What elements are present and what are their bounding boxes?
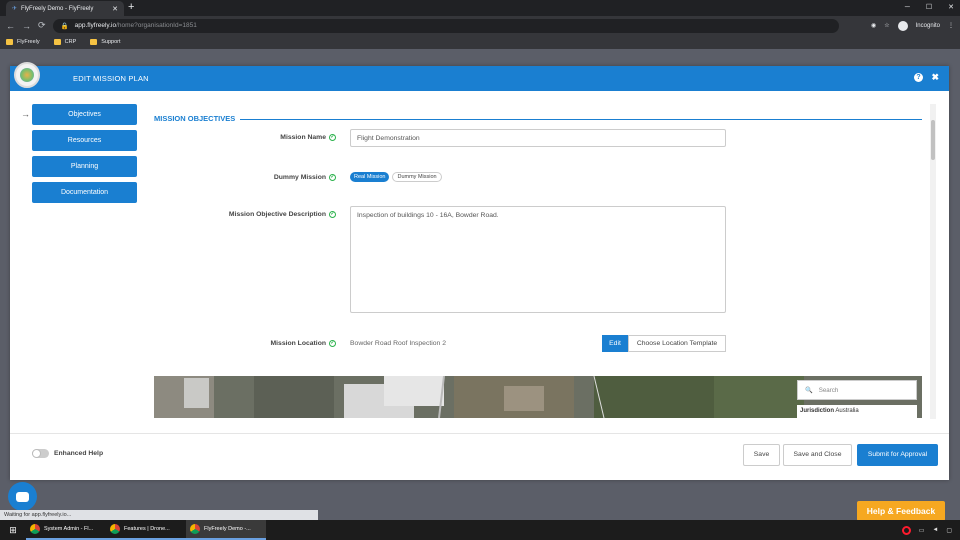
edit-location-button[interactable]: Edit (602, 335, 628, 352)
mission-name-label: Mission Name ✓ (36, 134, 336, 141)
nav-documentation-button[interactable]: Documentation (32, 182, 137, 203)
browser-tab-strip: ✈ FlyFreely Demo - FlyFreely ✕ + ─ ☐ ✕ (0, 0, 960, 16)
choose-location-template-button[interactable]: Choose Location Template (628, 335, 726, 352)
description-textarea[interactable]: Inspection of buildings 10 - 16A, Bowder… (350, 206, 726, 313)
dummy-mission-label: Dummy Mission ✓ (36, 174, 336, 181)
chat-launcher-icon[interactable] (8, 482, 37, 511)
modal-close-icon[interactable]: ✖ (931, 72, 939, 83)
active-arrow-icon: → (21, 109, 30, 119)
forward-icon[interactable]: → (22, 21, 31, 31)
windows-taskbar: ⊞ System Admin - Fl... Features | Drone.… (0, 520, 960, 540)
footer-divider (10, 433, 949, 434)
dummy-mission-toggle-group: Real Mission Dummy Mission (350, 172, 442, 182)
bookmark-label: FlyFreely (17, 39, 40, 45)
tab-title: FlyFreely Demo - FlyFreely (21, 5, 94, 12)
browser-tab[interactable]: ✈ FlyFreely Demo - FlyFreely ✕ (6, 1, 124, 16)
dummy-mission-option[interactable]: Dummy Mission (392, 172, 442, 182)
incognito-avatar-icon[interactable] (897, 20, 908, 31)
eye-off-icon[interactable]: ◉ (871, 22, 876, 29)
toggle-knob (32, 449, 41, 458)
url-host: app.flyfreely.io (74, 22, 117, 29)
scrollbar-thumb[interactable] (931, 120, 935, 160)
volume-icon[interactable]: ◄ (932, 527, 938, 533)
modal-header: EDIT MISSION PLAN ? ✖ (10, 62, 949, 91)
system-tray: ▭ ◄ ▢ (901, 525, 960, 535)
real-mission-option[interactable]: Real Mission (350, 172, 390, 182)
minimize-icon[interactable]: ─ (905, 0, 910, 15)
chrome-icon (110, 524, 120, 534)
save-button[interactable]: Save (743, 444, 780, 466)
description-label: Mission Objective Description ✓ (36, 211, 336, 218)
edit-mission-plan-modal: EDIT MISSION PLAN ? ✖ → Objectives Resou… (10, 62, 949, 480)
check-circle-icon: ✓ (329, 211, 336, 218)
flyfreely-favicon-icon: ✈ (12, 6, 18, 12)
browser-status-bar: Waiting for app.flyfreely.io... (0, 510, 318, 520)
map-search-input[interactable]: 🔍 Search (797, 380, 917, 400)
bookmark-crp[interactable]: CRP (53, 39, 77, 45)
window-controls: ─ ☐ ✕ (905, 0, 954, 15)
bookmarks-bar: FlyFreely CRP Support (0, 35, 960, 49)
windows-start-icon[interactable]: ⊞ (0, 525, 26, 536)
section-title: MISSION OBJECTIVES (154, 114, 236, 123)
check-circle-icon: ✓ (329, 174, 336, 181)
tab-close-icon[interactable]: ✕ (112, 5, 118, 13)
help-icon[interactable]: ? (914, 73, 923, 82)
lock-icon: 🔒 (60, 22, 69, 30)
folder-icon (90, 39, 98, 45)
folder-icon (53, 39, 61, 45)
help-feedback-button[interactable]: Help & Feedback (857, 501, 945, 521)
address-bar-actions: ◉ ☆ Incognito ⋮ (871, 20, 954, 31)
url-path: /home?organisationId=1851 (116, 22, 197, 29)
reload-icon[interactable]: ⟳ (38, 20, 46, 31)
menu-icon[interactable]: ⋮ (948, 22, 954, 29)
opera-icon[interactable] (901, 525, 911, 535)
new-tab-button[interactable]: + (128, 1, 134, 14)
chrome-icon (190, 524, 200, 534)
modal-title: EDIT MISSION PLAN (73, 74, 149, 83)
label-text: Mission Objective Description (228, 211, 326, 218)
label-text: Dummy Mission (273, 174, 326, 181)
url-input[interactable]: 🔒 app.flyfreely.io/home?organisationId=1… (52, 18, 839, 33)
address-bar-row: ← → ⟳ 🔒 app.flyfreely.io/home?organisati… (0, 16, 960, 35)
section-divider (240, 119, 922, 120)
taskbar-item[interactable]: Features | Drone... (106, 520, 186, 540)
jurisdiction-info: Jurisdiction Australia (797, 405, 917, 418)
star-icon[interactable]: ☆ (884, 22, 889, 29)
mission-location-label: Mission Location ✓ (36, 340, 336, 347)
network-icon[interactable]: ▭ (919, 527, 925, 534)
chrome-icon (30, 524, 40, 534)
maximize-icon[interactable]: ☐ (926, 0, 932, 15)
submit-for-approval-button[interactable]: Submit for Approval (857, 444, 938, 466)
taskbar-item[interactable]: System Admin - Fl... (26, 520, 106, 540)
notification-icon[interactable]: ▢ (946, 527, 952, 534)
label-text: Mission Location (270, 340, 326, 347)
profile-label: Incognito (915, 22, 940, 29)
location-value: Bowder Road Roof Inspection 2 (350, 340, 446, 347)
jurisdiction-value: Australia (835, 408, 859, 414)
mission-name-input[interactable]: Flight Demonstration (350, 129, 726, 147)
label-text: Mission Name (280, 134, 326, 141)
bookmark-support[interactable]: Support (90, 39, 121, 45)
bookmark-label: Support (101, 39, 121, 45)
description-text: Inspection of buildings 10 - 16A, Bowder… (357, 212, 499, 219)
organisation-logo-icon (14, 62, 40, 88)
save-and-close-button[interactable]: Save and Close (783, 444, 852, 466)
check-circle-icon: ✓ (329, 134, 336, 141)
check-circle-icon: ✓ (329, 340, 336, 347)
bookmark-icon (6, 39, 13, 45)
window-close-icon[interactable]: ✕ (948, 0, 954, 15)
bookmark-label: CRP (64, 39, 77, 45)
taskbar-item-active[interactable]: FlyFreely Demo -... (186, 520, 266, 540)
back-icon[interactable]: ← (6, 21, 15, 31)
jurisdiction-label: Jurisdiction (800, 408, 835, 414)
search-icon: 🔍 (805, 387, 813, 394)
task-label: System Admin - Fl... (44, 526, 94, 532)
search-placeholder: Search (818, 386, 839, 394)
task-label: FlyFreely Demo -... (204, 526, 251, 532)
mission-map[interactable]: 🔍 Search Jurisdiction Australia (154, 376, 922, 418)
nav-objectives-button[interactable]: Objectives (32, 104, 137, 125)
task-label: Features | Drone... (124, 526, 170, 532)
bookmark-flyfreely[interactable]: FlyFreely (6, 39, 40, 45)
enhanced-help-label: Enhanced Help (54, 450, 104, 457)
